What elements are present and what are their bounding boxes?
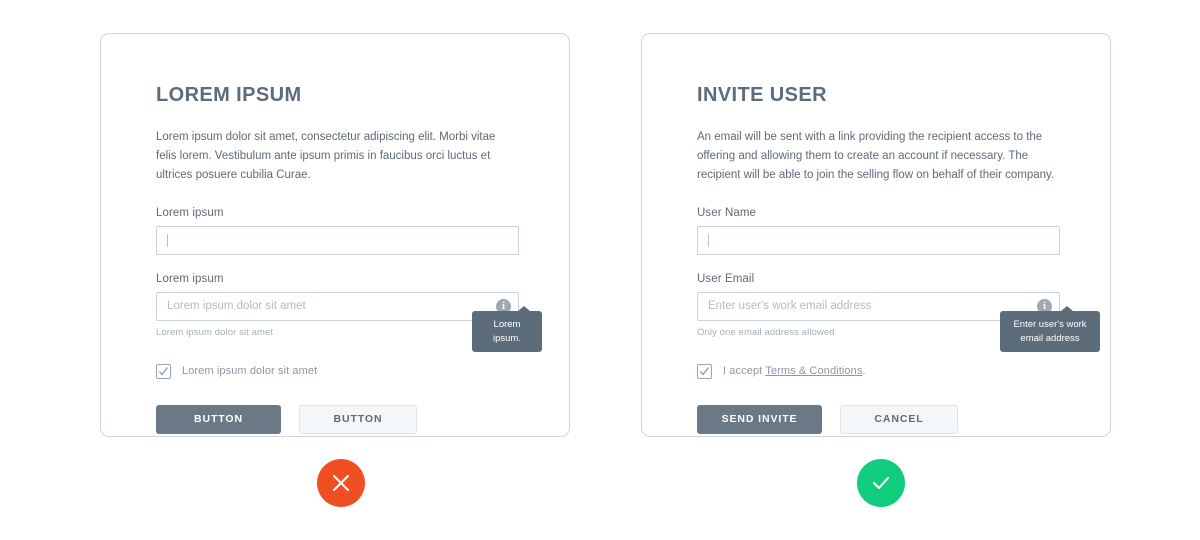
status-badge-incorrect xyxy=(317,459,365,507)
send-invite-button[interactable]: SEND INVITE xyxy=(697,404,822,434)
cancel-button[interactable]: CANCEL xyxy=(840,404,958,434)
check-icon xyxy=(700,367,710,376)
checkbox-row-terms[interactable]: I accept Terms & Conditions. xyxy=(697,363,1060,379)
cross-icon xyxy=(333,475,349,491)
checkbox-row-lorem[interactable]: Lorem ipsum dolor sit amet xyxy=(156,363,519,379)
check-icon xyxy=(159,367,169,376)
field-lorem-1: Lorem ipsum xyxy=(156,207,519,255)
text-caret xyxy=(167,233,168,247)
checkbox-label-lorem: Lorem ipsum dolor sit amet xyxy=(182,365,318,378)
field-label-user-email: User Email xyxy=(697,272,755,285)
dialog-description: Lorem ipsum dolor sit amet, consectetur … xyxy=(156,131,496,181)
terms-and-conditions-link[interactable]: Terms & Conditions xyxy=(765,365,862,377)
field-label-lorem-1: Lorem ipsum xyxy=(156,206,224,219)
checkbox-terms[interactable] xyxy=(697,363,712,379)
field-user-name: User Name xyxy=(697,207,1060,255)
checkbox-label-terms: I accept Terms & Conditions. xyxy=(723,365,866,377)
page-title-invite: INVITE USER xyxy=(697,84,827,106)
terms-prefix: I accept xyxy=(723,365,766,378)
dialog-card-lorem: LOREM IPSUM Lorem ipsum dolor sit amet, … xyxy=(100,33,570,437)
field-label-user-name: User Name xyxy=(697,206,757,219)
secondary-button[interactable]: BUTTON xyxy=(299,404,417,434)
input-wrapper-user-name xyxy=(697,225,1060,255)
lorem-2-input[interactable] xyxy=(156,291,519,321)
field-lorem-2: Lorem ipsum i Lorem ipsum dolor sit amet… xyxy=(156,272,542,353)
tooltip-user-email: Enter user's work email address xyxy=(1000,305,1100,353)
field-label-lorem-2: Lorem ipsum xyxy=(156,272,224,285)
dialog-content-right: INVITE USER An email will be sent with a… xyxy=(697,84,1100,434)
dialog-description-invite: An email will be sent with a link provid… xyxy=(697,131,1055,181)
status-badge-correct xyxy=(857,459,905,507)
input-wrapper-lorem-1 xyxy=(156,225,519,255)
check-icon xyxy=(873,477,889,489)
checkbox-lorem[interactable] xyxy=(156,363,171,379)
dialog-content-left: LOREM IPSUM Lorem ipsum dolor sit amet, … xyxy=(156,84,542,434)
input-wrapper-lorem-2: i xyxy=(156,291,519,321)
lorem-1-input[interactable] xyxy=(156,225,519,255)
page-title: LOREM IPSUM xyxy=(156,84,302,106)
field-user-email: User Email i Only one email address allo… xyxy=(697,272,1100,353)
button-row-invite: SEND INVITE CANCEL xyxy=(697,404,1060,434)
button-row-lorem: BUTTON BUTTON xyxy=(156,404,519,434)
dialog-card-invite-user: INVITE USER An email will be sent with a… xyxy=(641,33,1111,437)
primary-button[interactable]: BUTTON xyxy=(156,404,281,434)
user-name-input[interactable] xyxy=(697,225,1060,255)
text-caret xyxy=(708,233,709,247)
terms-suffix: . xyxy=(862,365,866,378)
helper-text-lorem-2: Lorem ipsum dolor sit amet xyxy=(156,326,274,338)
screenshot-stage: LOREM IPSUM Lorem ipsum dolor sit amet, … xyxy=(0,0,1200,540)
tooltip-lorem: Lorem ipsum. xyxy=(472,305,542,353)
